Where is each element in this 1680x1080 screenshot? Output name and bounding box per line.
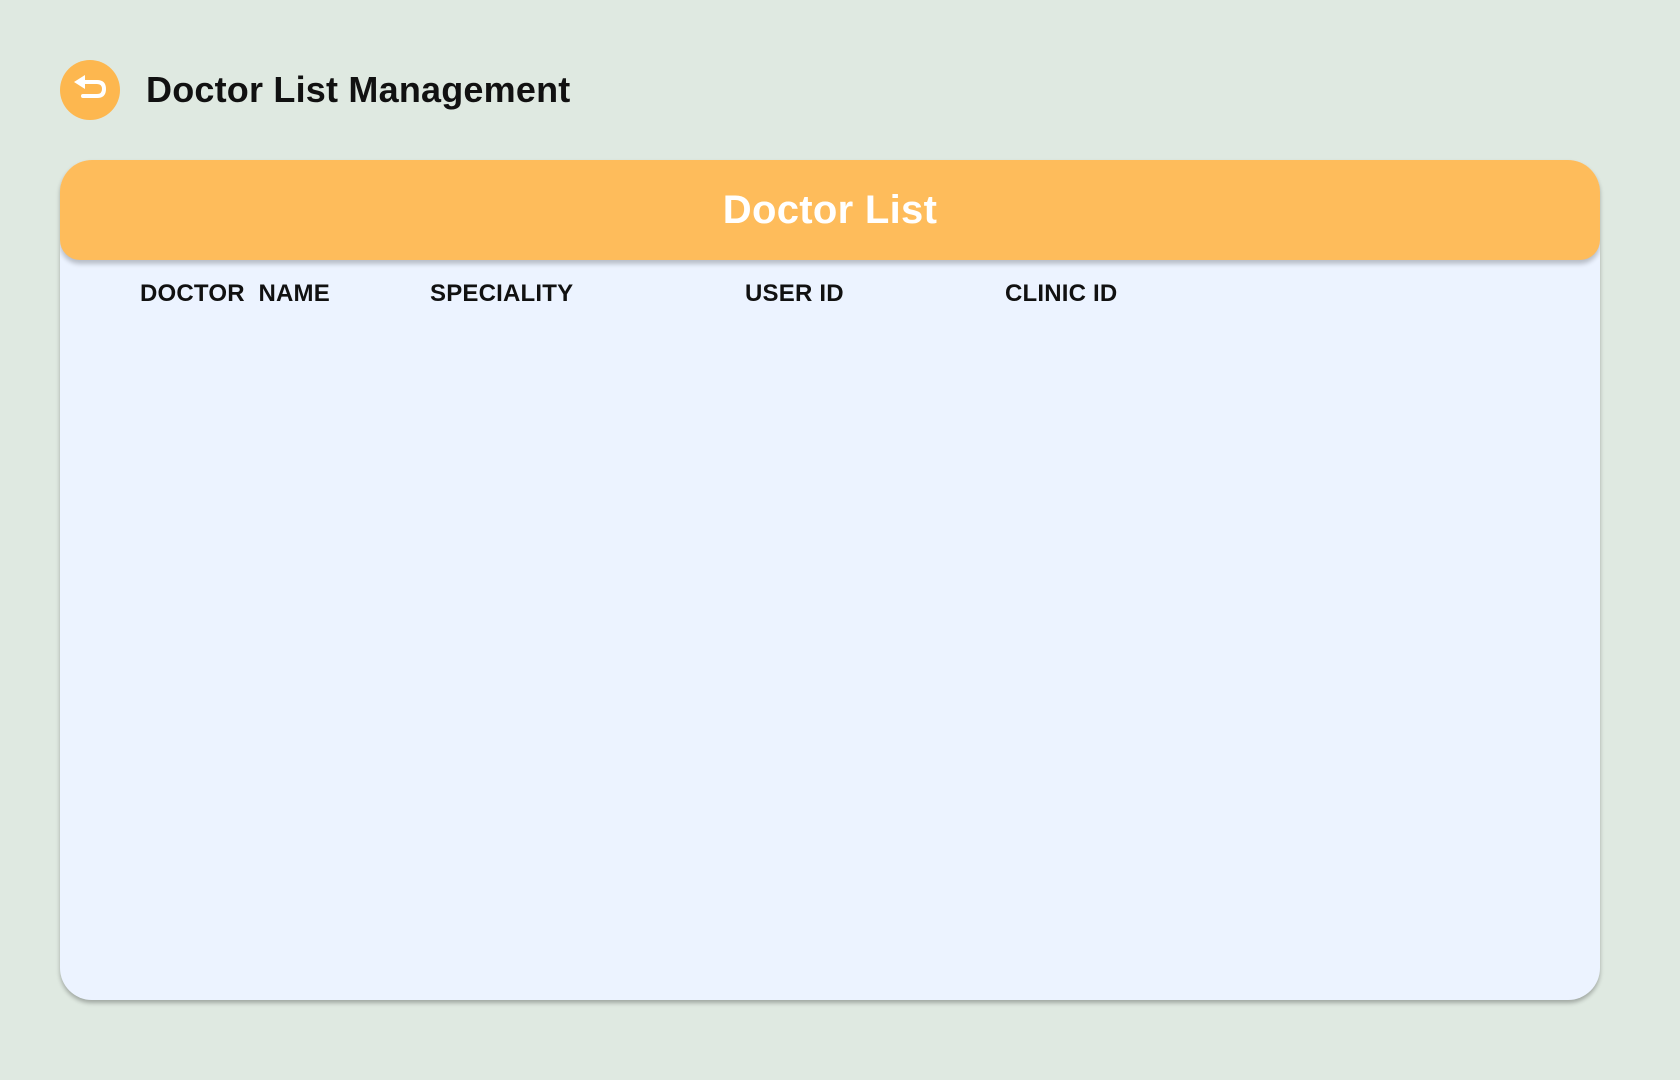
back-button[interactable] (60, 60, 120, 120)
back-arrow-icon (70, 70, 110, 110)
page-header: Doctor List Management (60, 60, 570, 120)
doctor-list-card: Doctor List DOCTOR NAME SPECIALITY USER … (60, 160, 1600, 1000)
column-header-doctor-name: DOCTOR NAME (140, 280, 330, 307)
card-header: Doctor List (60, 160, 1600, 260)
column-header-user-id: USER ID (745, 280, 844, 307)
column-header-clinic-id: CLINIC ID (1005, 280, 1118, 307)
page-title: Doctor List Management (146, 69, 571, 110)
card-title: Doctor List (722, 187, 938, 232)
column-header-speciality: SPECIALITY (430, 280, 574, 307)
